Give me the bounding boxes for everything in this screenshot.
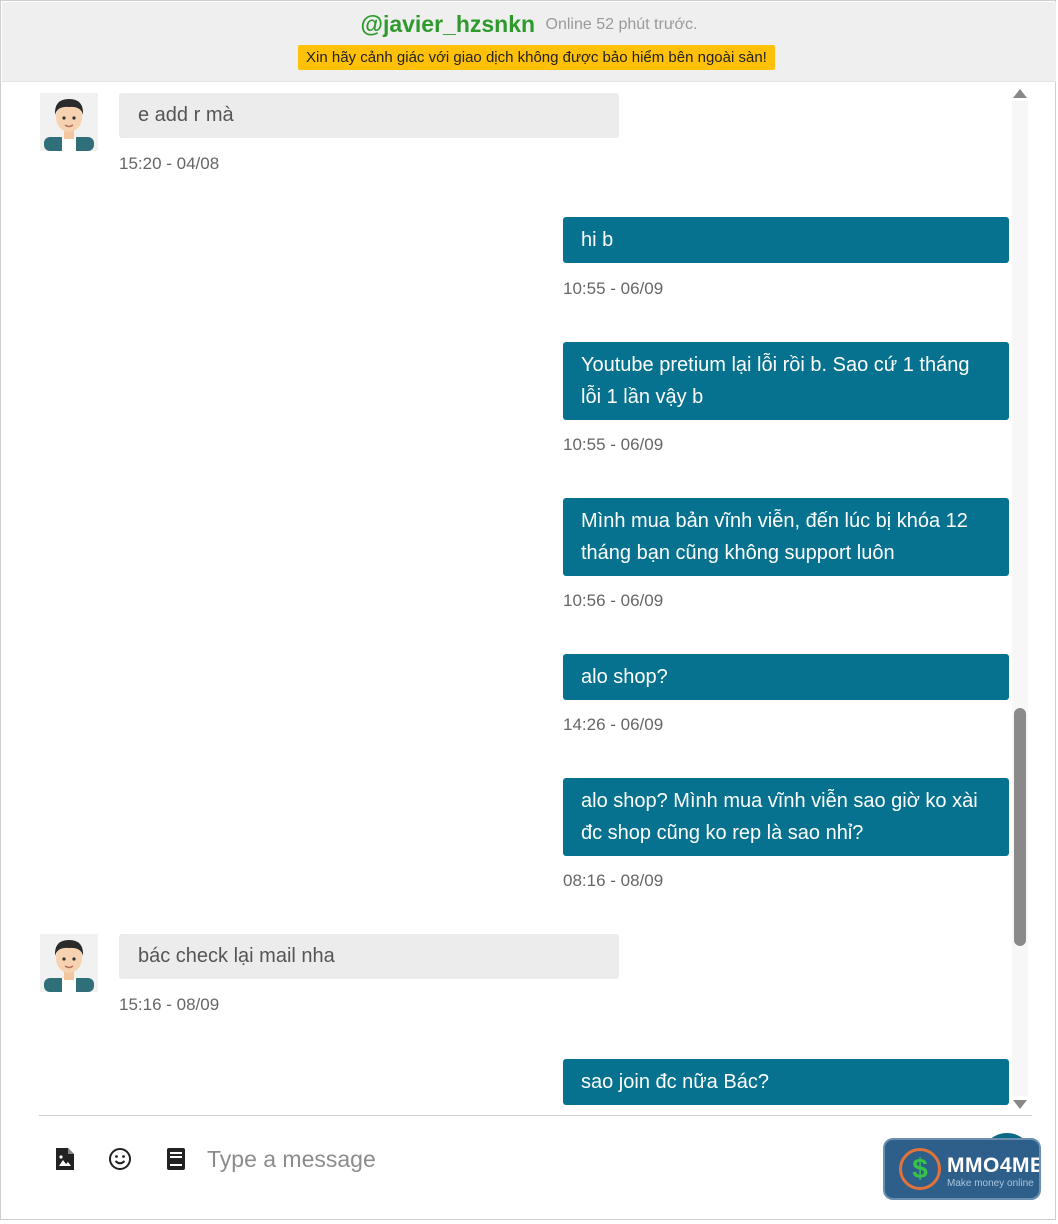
contact-avatar: [40, 93, 98, 151]
chat-window: @javier_hzsnkn Online 52 phút trước. Xin…: [0, 0, 1056, 1220]
scrollbar-thumb[interactable]: [1014, 708, 1026, 946]
outgoing-message-bubble: Youtube pretium lại lỗi rồi b. Sao cứ 1 …: [563, 342, 1009, 420]
incoming-message-bubble: bác check lại mail nha: [119, 934, 619, 979]
scroll-down-arrow-icon[interactable]: [1013, 1100, 1027, 1109]
emoji-icon[interactable]: [107, 1146, 133, 1172]
message-timestamp: 10:55 - 06/09: [563, 435, 664, 454]
outgoing-message-bubble: Mình mua bản vĩnh viễn, đến lúc bị khóa …: [563, 498, 1009, 576]
brand-logo: $ MMO4ME Make money online: [883, 1138, 1041, 1200]
message-timestamp: 15:16 - 08/09: [119, 995, 220, 1014]
composer-divider: [39, 1115, 1032, 1116]
outgoing-message-bubble: sao join đc nữa Bác?: [563, 1059, 1009, 1105]
chat-username[interactable]: @javier_hzsnkn: [361, 11, 536, 37]
outgoing-message-bubble: alo shop? Mình mua vĩnh viễn sao giờ ko …: [563, 778, 1009, 856]
online-status: Online 52 phút trước.: [545, 15, 698, 33]
incoming-message-bubble: e add r mà: [119, 93, 619, 138]
message-timestamp: 08:16 - 08/09: [563, 871, 664, 890]
header-title-line: @javier_hzsnkn Online 52 phút trước.: [2, 11, 1056, 38]
message-timestamp: 14:26 - 06/09: [563, 715, 664, 734]
message-timestamp: 15:20 - 04/08: [119, 154, 220, 173]
outgoing-message-bubble: alo shop?: [563, 654, 1009, 700]
outgoing-message-bubble: hi b: [563, 217, 1009, 263]
message-timestamp: 10:56 - 06/09: [563, 591, 664, 610]
safety-warning-banner: Xin hãy cảnh giác với giao dịch không đư…: [298, 45, 775, 70]
message-input[interactable]: [207, 1139, 847, 1179]
dollar-icon: $: [899, 1148, 941, 1190]
book-icon[interactable]: [163, 1146, 189, 1172]
scrollbar-track[interactable]: [1012, 101, 1028, 1096]
brand-tagline: Make money online: [947, 1178, 1034, 1189]
scroll-up-arrow-icon[interactable]: [1013, 89, 1027, 98]
contact-avatar: [40, 934, 98, 992]
image-upload-icon[interactable]: [52, 1146, 78, 1172]
message-timestamp: 10:55 - 06/09: [563, 279, 664, 298]
message-list: e add r mà 15:20 - 04/08 hi b 10:55 - 06…: [2, 83, 1056, 1115]
brand-name: MMO4ME: [947, 1154, 1041, 1177]
chat-header: @javier_hzsnkn Online 52 phút trước. Xin…: [2, 2, 1056, 82]
